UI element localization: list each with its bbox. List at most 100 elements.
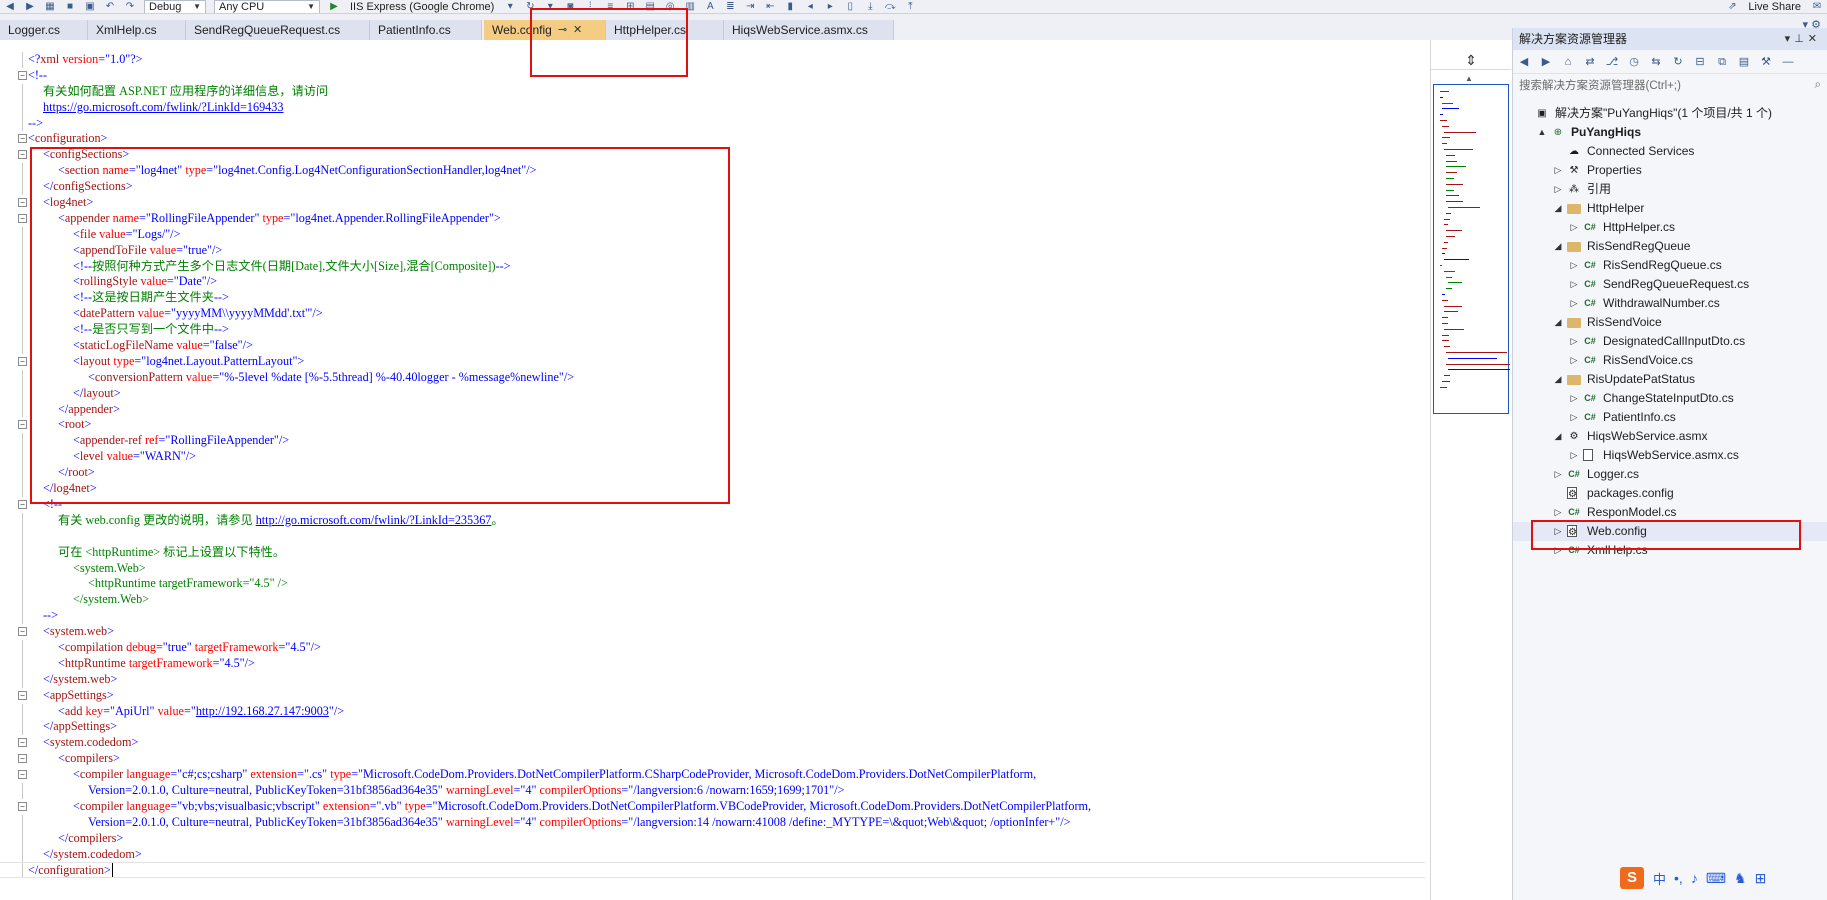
expand-icon[interactable]: ▷ xyxy=(1569,351,1579,370)
config-dropdown[interactable]: Debug ▼ xyxy=(144,0,206,13)
fold-toggle-icon[interactable]: − xyxy=(18,134,27,144)
fold-toggle-icon[interactable]: − xyxy=(18,738,27,748)
tree-item[interactable]: ▷ C# DesignatedCallInputDto.cs xyxy=(1513,332,1827,351)
git-icon[interactable]: ⎇ xyxy=(1605,55,1619,69)
chevron-down-icon[interactable]: ▾ xyxy=(544,1,556,12)
tab-patientinfo-cs[interactable]: PatientInfo.cs xyxy=(370,20,482,40)
collapse-icon[interactable]: ◢ xyxy=(1553,427,1563,446)
properties-icon[interactable]: ▤ xyxy=(1737,55,1751,69)
wrench-icon[interactable]: ⚒ xyxy=(1759,55,1773,69)
code-line[interactable]: − <layout type="log4net.Layout.PatternLay… xyxy=(0,354,1425,370)
tree-item[interactable]: ☁ Connected Services xyxy=(1513,142,1827,161)
code-line[interactable]: <system.Web> xyxy=(0,560,1425,577)
expand-icon[interactable]: ▷ xyxy=(1569,294,1579,313)
code-line[interactable]: https://go.microsoft.com/fwlink/?LinkId=… xyxy=(0,99,1425,116)
prev-bookmark-icon[interactable]: ◂ xyxy=(804,1,816,12)
editor-scrollbar[interactable]: ⇕ ▲ xyxy=(1430,40,1512,900)
code-line[interactable]: <datePattern value="yyyyMM\\yyyyMMdd'.tx… xyxy=(0,306,1425,323)
panel-menu-icon[interactable]: ▾ xyxy=(1785,33,1795,45)
diagnostics-icon[interactable]: ◎ xyxy=(664,1,676,12)
code-line[interactable]: </system.Web> xyxy=(0,592,1425,609)
code-line[interactable]: 有关 web.config 更改的说明，请参见 http://go.micros… xyxy=(0,512,1425,529)
tree-item[interactable]: ◢ RisUpdatePatStatus xyxy=(1513,370,1827,389)
code-line[interactable]: − <system.web> xyxy=(0,624,1425,640)
expand-icon[interactable]: ▷ xyxy=(1569,389,1579,408)
code-line[interactable]: <file value="Logs/"/> xyxy=(0,226,1425,243)
chevron-down-icon[interactable]: ▾ xyxy=(504,1,516,12)
expand-icon[interactable]: ▷ xyxy=(1569,218,1579,237)
home-icon[interactable]: ⌂ xyxy=(1561,55,1575,69)
tab-xmlhelp-cs[interactable]: XmlHelp.cs xyxy=(88,20,186,40)
code-token[interactable]: http://go.microsoft.com/fwlink/?LinkId=2… xyxy=(256,513,492,527)
code-line[interactable]: <appendToFile value="true"/> xyxy=(0,242,1425,259)
code-line[interactable]: </appSettings> xyxy=(0,719,1425,736)
tree-item[interactable]: ▷ C# ResponModel.cs xyxy=(1513,503,1827,522)
tree-item[interactable]: ▷ ⚒ Properties xyxy=(1513,161,1827,180)
expand-icon[interactable]: ▷ xyxy=(1569,275,1579,294)
tree-item[interactable]: ▷ C# RisSendRegQueue.cs xyxy=(1513,256,1827,275)
step-icon[interactable]: ⤓ xyxy=(864,1,876,12)
save-all-icon[interactable]: ▣ xyxy=(84,1,96,12)
expand-icon[interactable]: ▷ xyxy=(1553,161,1563,180)
expand-icon[interactable]: ▷ xyxy=(1553,465,1563,484)
expand-icon[interactable]: ▷ xyxy=(1553,522,1563,541)
keyboard-icon[interactable]: ⌨ xyxy=(1706,870,1726,887)
expand-icon[interactable]: ▷ xyxy=(1569,446,1579,465)
close-icon[interactable]: ✕ xyxy=(1808,33,1821,45)
font-icon[interactable]: A xyxy=(704,1,716,12)
code-line[interactable]: Version=2.0.1.0, Culture=neutral, Public… xyxy=(0,814,1425,831)
fold-toggle-icon[interactable]: − xyxy=(18,70,27,80)
feedback-icon[interactable]: ✉ xyxy=(1811,1,1823,12)
step-out-icon[interactable]: ⤒ xyxy=(904,1,916,12)
code-line[interactable]: Version=2.0.1.0, Culture=neutral, Public… xyxy=(0,782,1425,799)
code-line[interactable]: <?xml version="1.0"?> xyxy=(0,52,1425,68)
camera-icon[interactable]: ◙ xyxy=(564,1,576,12)
pin-icon[interactable]: ⊸ xyxy=(558,20,567,40)
tab-sendregqueuerequest-cs[interactable]: SendRegQueueRequest.cs xyxy=(186,20,370,40)
ime-toolbar[interactable]: S 中 •, ♪ ⌨ ♞ ⊞ xyxy=(1620,866,1810,890)
collapse-icon[interactable]: ◢ xyxy=(1553,370,1563,389)
code-line[interactable]: − <configSections> xyxy=(0,147,1425,163)
collapse-icon[interactable]: ◢ xyxy=(1553,237,1563,256)
tree-item[interactable]: ▷ C# SendRegQueueRequest.cs xyxy=(1513,275,1827,294)
code-line[interactable]: </compilers> xyxy=(0,830,1425,847)
fold-toggle-icon[interactable]: − xyxy=(18,356,27,366)
code-line[interactable]: <rollingStyle value="Date"/> xyxy=(0,274,1425,291)
code-line[interactable]: --> xyxy=(0,115,1425,132)
next-bookmark-icon[interactable]: ▸ xyxy=(824,1,836,12)
tree-item[interactable]: ▷ ⁂ 引用 xyxy=(1513,180,1827,199)
fold-toggle-icon[interactable]: − xyxy=(18,801,27,811)
fold-toggle-icon[interactable]: − xyxy=(18,420,27,430)
code-content[interactable]: <?xml version="1.0"?> − <!-- 有关如何配置 ASP.NET… xyxy=(0,52,1425,879)
code-line[interactable]: − <appSettings> xyxy=(0,688,1425,704)
code-line[interactable]: </appender> xyxy=(0,401,1425,418)
tree-item[interactable]: ▷ HiqsWebService.asmx.cs xyxy=(1513,446,1827,465)
switch-views-icon[interactable]: ⇄ xyxy=(1583,55,1597,69)
tree-item[interactable]: ⚙ packages.config xyxy=(1513,484,1827,503)
pin-icon[interactable]: ⊥ xyxy=(1794,33,1808,45)
code-line[interactable]: − <appender name="RollingFileAppender" ty… xyxy=(0,211,1425,227)
run-icon[interactable]: ▶ xyxy=(328,1,340,12)
collapse-icon[interactable]: ◢ xyxy=(1553,313,1563,332)
code-line[interactable]: − <!-- xyxy=(0,68,1425,84)
code-line[interactable]: − <configuration> xyxy=(0,131,1425,147)
tab-logger-cs[interactable]: Logger.cs xyxy=(0,20,88,40)
code-line[interactable]: <section name="log4net" type="log4net.Co… xyxy=(0,163,1425,180)
live-share-button[interactable]: Live Share xyxy=(1748,1,1801,13)
tree-item[interactable]: ◢ RisSendRegQueue xyxy=(1513,237,1827,256)
code-line[interactable]: <level value="WARN"/> xyxy=(0,449,1425,466)
solution-search-input[interactable]: 搜索解决方案资源管理器(Ctrl+;) ⌕ xyxy=(1517,76,1823,94)
code-line[interactable]: <!--按照何种方式产生多个日志文件(日期[Date],文件大小[Size],混… xyxy=(0,258,1425,275)
split-window-icon[interactable]: ⇕ xyxy=(1431,52,1511,70)
code-token[interactable]: https://go.microsoft.com/fwlink/?LinkId=… xyxy=(43,100,283,114)
code-line[interactable]: </root> xyxy=(0,465,1425,482)
tree-item[interactable]: ◢ RisSendVoice xyxy=(1513,313,1827,332)
tab-httphelper-cs[interactable]: HttpHelper.cs xyxy=(606,20,724,40)
tree-item[interactable]: ▷ C# HttpHelper.cs xyxy=(1513,218,1827,237)
collapse-icon[interactable]: ◢ xyxy=(1553,199,1563,218)
outdent-icon[interactable]: ⇤ xyxy=(764,1,776,12)
fold-toggle-icon[interactable]: − xyxy=(18,213,27,223)
close-icon[interactable]: ✕ xyxy=(573,20,582,40)
redo-icon[interactable]: ↷ xyxy=(124,1,136,12)
code-line[interactable]: <httpRuntime targetFramework="4.5"/> xyxy=(0,655,1425,672)
